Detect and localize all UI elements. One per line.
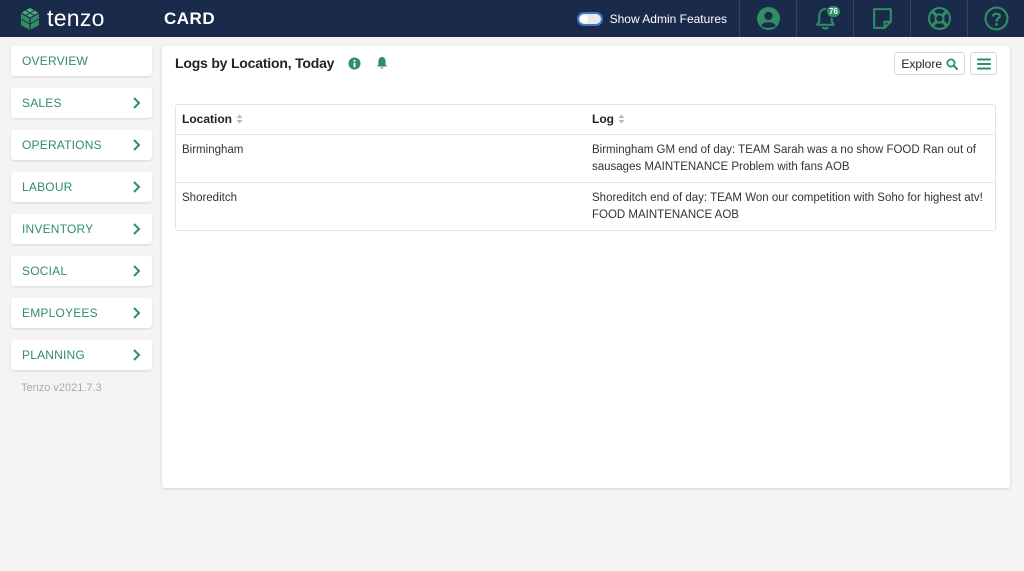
sidebar-item-label: OVERVIEW — [22, 54, 89, 68]
sidebar-item-planning[interactable]: PLANNING — [11, 340, 152, 370]
chevron-right-icon — [133, 349, 141, 361]
logo[interactable]: tenzo — [18, 5, 164, 32]
hamburger-menu-icon — [976, 58, 991, 69]
card-title: Logs by Location, Today — [175, 55, 335, 71]
sort-icon[interactable] — [618, 114, 625, 124]
sidebar-item-label: EMPLOYEES — [22, 306, 98, 320]
column-header-label: Location — [182, 112, 232, 127]
life-ring-icon — [927, 7, 951, 30]
note-icon — [872, 8, 892, 29]
column-header-location[interactable]: Location — [176, 105, 586, 135]
top-right-controls: Show Admin Features 76 — [576, 0, 1024, 37]
column-header-log[interactable]: Log — [586, 105, 995, 135]
admin-toggle[interactable]: Show Admin Features — [576, 11, 727, 26]
sidebar-item-social[interactable]: SOCIAL — [11, 256, 152, 286]
help-button[interactable] — [967, 0, 1024, 37]
info-icon[interactable] — [348, 56, 361, 70]
version-label: Tenzo v2021.7.3 — [21, 382, 102, 394]
logs-table: Location Log Birmingham Birmingham GM en… — [175, 104, 996, 231]
sidebar-item-label: OPERATIONS — [22, 138, 102, 152]
sidebar-item-label: SOCIAL — [22, 264, 68, 278]
support-button[interactable] — [910, 0, 967, 37]
card-header: Logs by Location, Today — [175, 55, 389, 71]
user-circle-icon — [756, 7, 780, 30]
card-actions: Explore — [894, 52, 997, 75]
sidebar-item-operations[interactable]: OPERATIONS — [11, 130, 152, 160]
toggle-switch[interactable] — [576, 11, 603, 26]
cell-log: Shoreditch end of day: TEAM Won our comp… — [592, 191, 983, 221]
hexagon-logo-icon — [20, 7, 40, 30]
search-icon — [946, 58, 958, 70]
sidebar-item-label: PLANNING — [22, 348, 85, 362]
sidebar-item-labour[interactable]: LABOUR — [11, 172, 152, 202]
chevron-right-icon — [133, 223, 141, 235]
cell-location: Birmingham — [176, 134, 586, 183]
table-row[interactable]: Birmingham Birmingham GM end of day: TEA… — [176, 134, 995, 183]
sidebar-item-sales[interactable]: SALES — [11, 88, 152, 118]
chevron-right-icon — [133, 97, 141, 109]
column-header-label: Log — [592, 112, 614, 127]
chevron-right-icon — [133, 181, 141, 193]
sidebar-item-inventory[interactable]: INVENTORY — [11, 214, 152, 244]
table-header-row: Location Log — [176, 105, 995, 135]
chevron-right-icon — [133, 139, 141, 151]
card-menu-button[interactable] — [970, 52, 997, 75]
sidebar-item-label: INVENTORY — [22, 222, 94, 236]
notes-button[interactable] — [853, 0, 910, 37]
logs-card: Logs by Location, Today Explore Location… — [162, 46, 1010, 488]
chevron-right-icon — [133, 307, 141, 319]
sidebar-item-label: LABOUR — [22, 180, 73, 194]
sidebar-item-overview[interactable]: OVERVIEW — [11, 46, 152, 76]
logo-text: tenzo — [47, 5, 105, 31]
table-row[interactable]: Shoreditch Shoreditch end of day: TEAM W… — [176, 182, 995, 230]
sidebar: OVERVIEW SALES OPERATIONS LABOUR INVENTO… — [11, 46, 152, 394]
sidebar-item-label: SALES — [22, 96, 62, 110]
bell-icon[interactable] — [375, 56, 389, 70]
notifications-button[interactable]: 76 — [796, 0, 853, 37]
notification-badge: 76 — [826, 5, 841, 18]
explore-label: Explore — [901, 56, 942, 71]
cell-log: Birmingham GM end of day: TEAM Sarah was… — [586, 134, 995, 183]
chevron-right-icon — [133, 265, 141, 277]
cell-location: Shoreditch — [182, 191, 237, 204]
question-circle-icon — [984, 6, 1008, 31]
page-title: CARD — [164, 8, 216, 28]
sidebar-item-employees[interactable]: EMPLOYEES — [11, 298, 152, 328]
sort-icon[interactable] — [236, 114, 243, 124]
explore-button[interactable]: Explore — [894, 52, 965, 75]
admin-toggle-label: Show Admin Features — [609, 11, 727, 26]
toggle-knob — [579, 14, 588, 23]
top-bar: tenzo CARD Show Admin Features 76 — [0, 0, 1024, 37]
profile-button[interactable] — [739, 0, 796, 37]
